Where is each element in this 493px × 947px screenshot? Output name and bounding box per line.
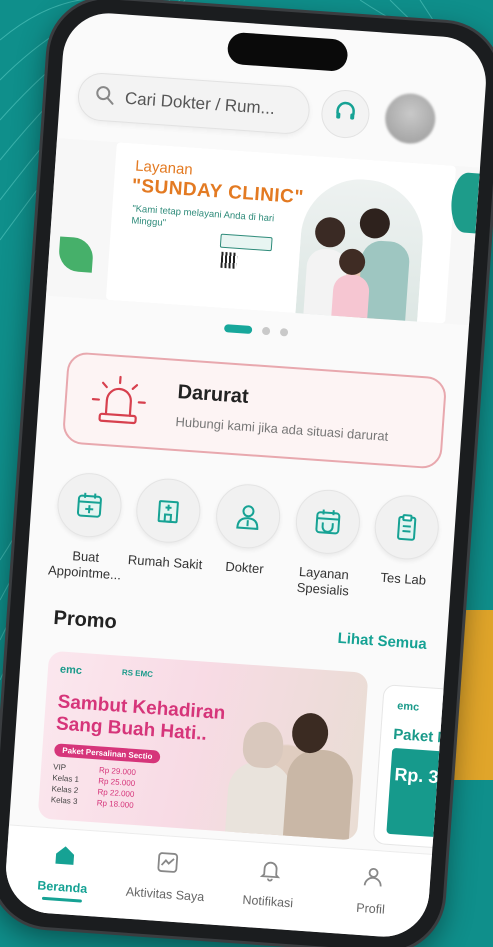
headset-icon	[332, 99, 358, 130]
search-icon	[94, 84, 116, 110]
customer-service-button[interactable]	[319, 88, 372, 140]
emergency-card[interactable]: Darurat Hubungi kami jika ada situasi da…	[61, 351, 448, 470]
promo-card[interactable]: emc RS EMC Sambut Kehadiran Sang Buah Ha…	[37, 650, 369, 841]
app-screen: Layanan "SUNDAY CLINIC" "Kami tetap mela…	[3, 10, 489, 940]
emergency-description: Hubungi kami jika ada situasi darurat	[175, 413, 389, 444]
price-list: VIP Rp 29.000 Kelas 1 Rp 25.000 Kelas 2 Rp …	[50, 762, 137, 810]
banner-schedule-box	[219, 233, 273, 252]
brand-sub: RS EMC	[121, 667, 154, 679]
brand-logo: emc	[396, 700, 420, 714]
couple-photo	[206, 688, 367, 841]
home-icon	[51, 842, 77, 873]
quick-menu-hospital[interactable]: Rumah Sakit	[123, 476, 211, 601]
nav-label: Notifikasi	[242, 892, 294, 911]
nav-activity[interactable]: Aktivitas Saya	[122, 847, 211, 904]
quick-menu-specialist[interactable]: Layanan Spesialis	[282, 487, 370, 612]
search-input[interactable]	[124, 88, 296, 121]
nav-profile[interactable]: Profil	[327, 862, 416, 919]
family-photo	[295, 175, 427, 326]
siren-icon	[87, 369, 151, 433]
quick-menu: Buat Appointme... Rumah Sakit Dokter Lay…	[43, 470, 448, 617]
user-icon	[360, 864, 386, 895]
bell-icon	[257, 857, 283, 888]
promo-header: Promo Lihat Semua	[53, 607, 428, 656]
leaf-decoration	[57, 236, 95, 273]
banner-carousel[interactable]: Layanan "SUNDAY CLINIC" "Kami tetap mela…	[46, 137, 481, 326]
clipboard-icon	[372, 493, 442, 562]
carousel-dot[interactable]	[279, 328, 289, 337]
quick-menu-label: Buat Appointme...	[47, 548, 122, 583]
calendar-specialist-icon	[293, 487, 362, 556]
banner-slide[interactable]: Layanan "SUNDAY CLINIC" "Kami tetap mela…	[105, 142, 457, 326]
promo-headline: Sambut Kehadiran Sang Buah Hati..	[55, 691, 226, 745]
quick-menu-appointment[interactable]: Buat Appointme...	[43, 470, 131, 595]
qr-code-icon	[220, 251, 238, 269]
hospital-icon	[134, 476, 203, 545]
nav-notifications[interactable]: Notifikasi	[224, 855, 313, 912]
quick-menu-doctor[interactable]: Dokter	[202, 482, 290, 607]
quick-menu-lab-test[interactable]: Tes Lab	[361, 493, 449, 618]
top-bar	[76, 69, 469, 148]
doctor-icon	[213, 482, 283, 551]
quick-menu-label: Dokter	[224, 558, 265, 577]
activity-icon	[154, 850, 180, 881]
promo-carousel[interactable]: emc RS EMC Sambut Kehadiran Sang Buah Ha…	[37, 650, 489, 853]
quick-menu-label: Tes Lab	[380, 569, 427, 588]
search-bar[interactable]	[76, 71, 312, 136]
phone-mockup: Layanan "SUNDAY CLINIC" "Kami tetap mela…	[0, 0, 493, 947]
avatar[interactable]	[383, 91, 437, 146]
nav-label: Aktivitas Saya	[125, 884, 205, 905]
nav-home[interactable]: Beranda	[18, 840, 108, 904]
banner-subtitle: "Kami tetap melayani Anda di hari Minggu…	[131, 203, 275, 229]
see-all-link[interactable]: Lihat Semua	[337, 630, 427, 653]
carousel-dot[interactable]	[261, 326, 271, 336]
dynamic-island	[226, 31, 349, 73]
quick-menu-label: Layanan Spesialis	[296, 563, 350, 599]
promo-title: Promo	[52, 606, 118, 634]
promo-package-pill: Paket Persalinan Sectio	[53, 743, 161, 764]
emergency-title: Darurat	[176, 381, 250, 408]
calendar-add-icon	[55, 470, 124, 540]
brand-logo: emc	[59, 663, 83, 678]
quick-menu-label: Rumah Sakit	[127, 551, 203, 573]
nav-label: Beranda	[36, 878, 88, 896]
carousel-dot-active[interactable]	[223, 324, 253, 335]
nav-label: Profil	[355, 900, 386, 917]
